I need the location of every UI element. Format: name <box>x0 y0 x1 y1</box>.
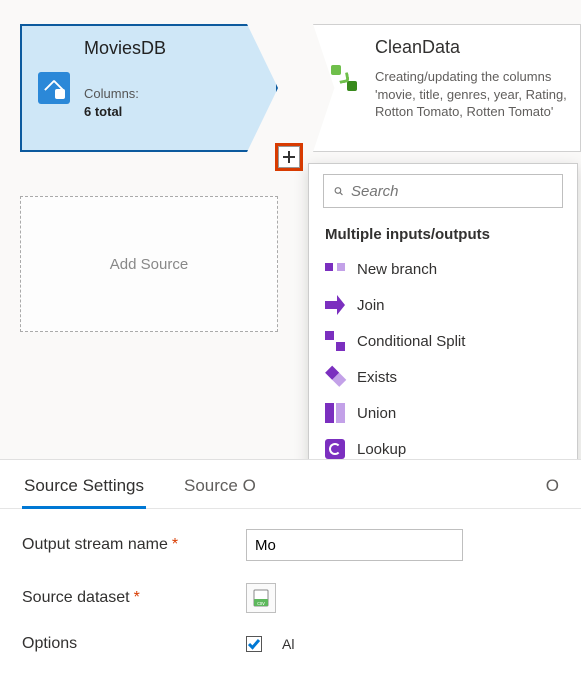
check-icon <box>248 638 260 650</box>
source-node-columns: Columns: 6 total <box>84 85 240 121</box>
source-settings-panel: Source Settings Source O O Output stream… <box>0 459 581 679</box>
dropdown-group-label: Multiple inputs/outputs <box>309 220 577 251</box>
dropdown-item-label: Lookup <box>357 441 406 458</box>
dropdown-item-label: Conditional Split <box>357 333 465 350</box>
dropdown-search[interactable] <box>323 174 563 208</box>
dropdown-item-exists[interactable]: Exists <box>309 359 577 395</box>
dropdown-item-join[interactable]: Join <box>309 287 577 323</box>
derived-column-icon <box>331 65 357 91</box>
dataflow-canvas: MoviesDB Columns: 6 total CleanData Crea… <box>0 0 581 460</box>
branch-icon <box>325 259 345 279</box>
search-icon <box>334 183 343 199</box>
source-dataset-label: Source dataset* <box>22 589 232 607</box>
options-checkbox-label: Al <box>282 636 294 652</box>
csplit-icon <box>325 331 345 351</box>
add-source-placeholder[interactable]: Add Source <box>20 196 278 332</box>
csv-file-icon: csv <box>253 589 269 607</box>
clean-node-title: CleanData <box>375 37 568 58</box>
tab-right-truncated[interactable]: O <box>544 466 559 508</box>
add-transformation-button[interactable] <box>278 146 300 168</box>
output-stream-label: Output stream name* <box>22 536 232 554</box>
panel-tabs: Source Settings Source O O <box>0 466 581 509</box>
options-label: Options <box>22 635 232 653</box>
plus-icon <box>282 150 296 164</box>
dropdown-item-label: New branch <box>357 261 437 278</box>
transform-node-cleandata[interactable]: CleanData Creating/updating the columns … <box>313 24 581 152</box>
dropdown-item-new-branch[interactable]: New branch <box>309 251 577 287</box>
dropdown-item-label: Exists <box>357 369 397 386</box>
tab-source-options[interactable]: Source O <box>182 466 258 508</box>
source-node-title: MoviesDB <box>84 38 240 59</box>
source-node-moviesdb[interactable]: MoviesDB Columns: 6 total <box>20 24 278 152</box>
dataset-picker-button[interactable]: csv <box>246 583 276 613</box>
search-input[interactable] <box>351 183 552 200</box>
options-checkbox-allow[interactable] <box>246 636 262 652</box>
join-icon <box>325 295 345 315</box>
union-icon <box>325 403 345 423</box>
output-stream-input[interactable] <box>246 529 463 561</box>
tab-source-settings[interactable]: Source Settings <box>22 466 146 508</box>
lookup-icon <box>325 439 345 459</box>
dropdown-item-union[interactable]: Union <box>309 395 577 431</box>
exists-icon <box>321 363 349 391</box>
dropdown-item-label: Union <box>357 405 396 422</box>
source-dataset-icon <box>38 72 70 104</box>
clean-node-description: Creating/updating the columns 'movie, ti… <box>375 68 568 121</box>
svg-text:csv: csv <box>257 601 265 607</box>
source-settings-form: Output stream name* Source dataset* csv … <box>0 509 581 673</box>
dropdown-item-conditional-split[interactable]: Conditional Split <box>309 323 577 359</box>
dropdown-item-label: Join <box>357 297 385 314</box>
